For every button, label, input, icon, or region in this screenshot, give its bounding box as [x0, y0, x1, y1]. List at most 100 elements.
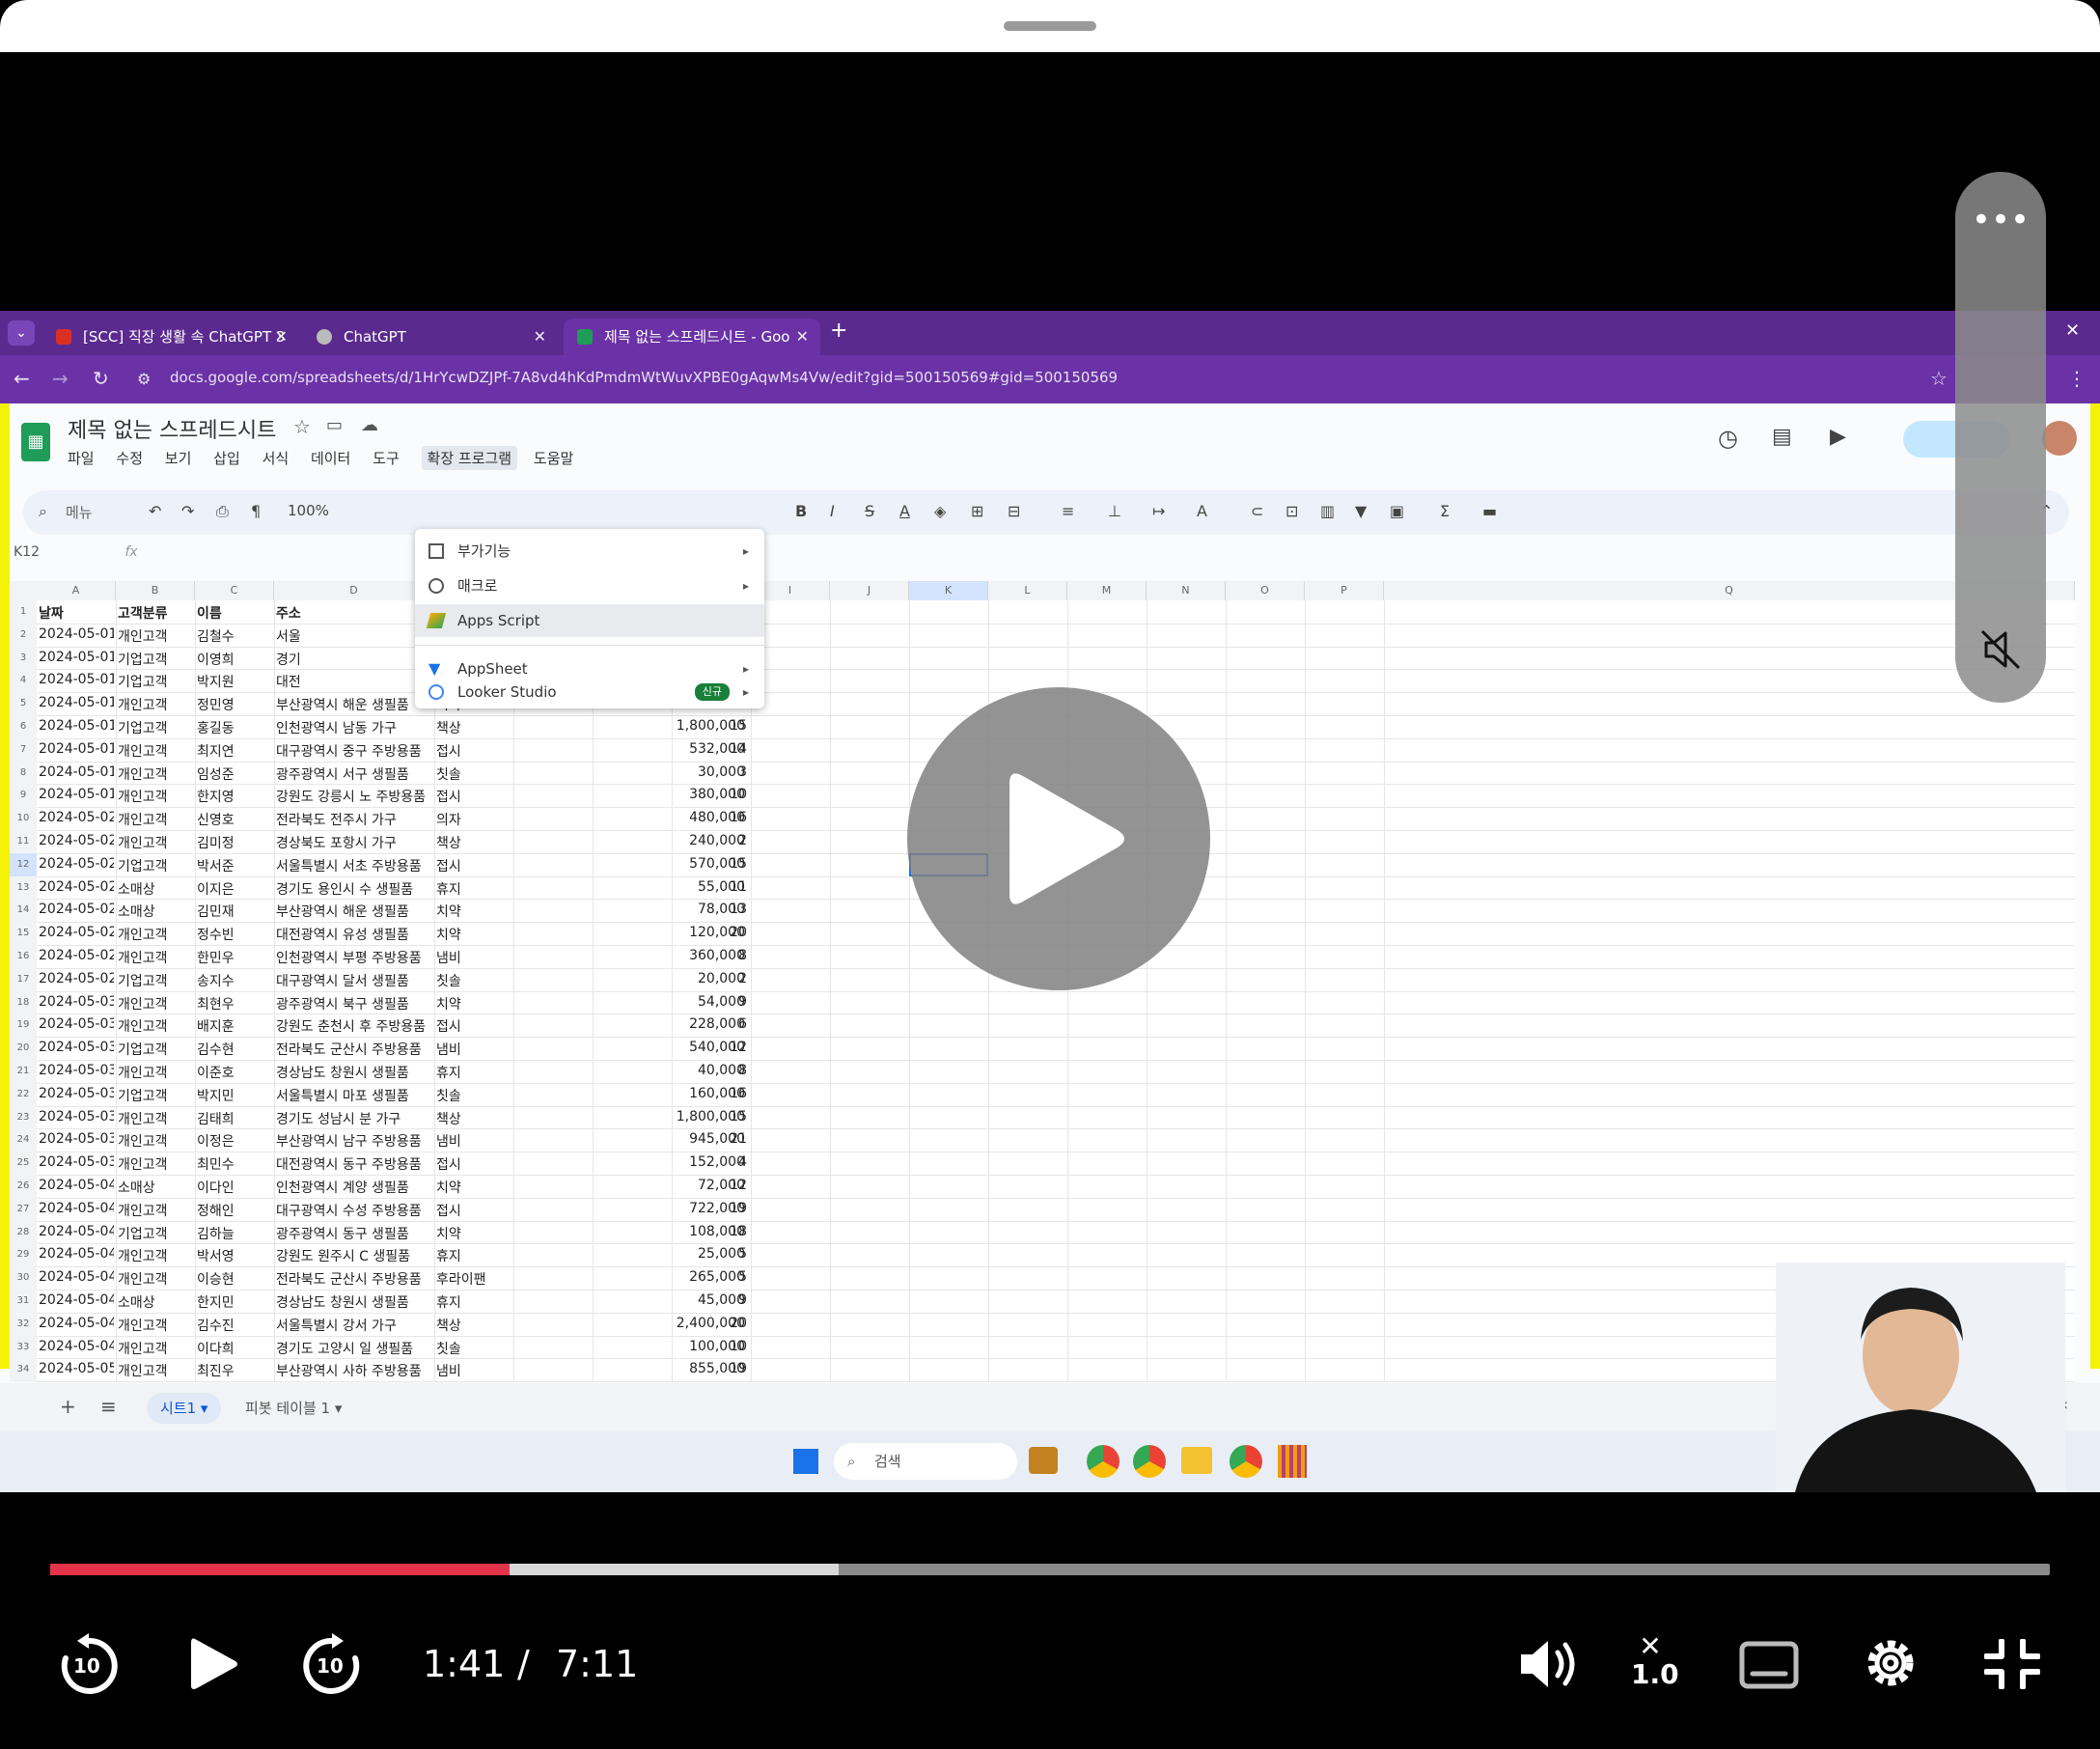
new-tab-icon[interactable]: + — [830, 319, 847, 343]
menu-file[interactable]: 파일 — [68, 448, 95, 468]
table-cell[interactable]: 책상 — [436, 833, 511, 852]
table-cell[interactable]: 2024-05-05 — [39, 1361, 114, 1376]
column-header-m[interactable]: M — [1067, 581, 1147, 600]
row-header[interactable]: 25 — [10, 1152, 37, 1175]
table-cell[interactable]: 4 — [672, 1154, 747, 1170]
row-header[interactable]: 35 — [10, 1381, 37, 1382]
table-cell[interactable]: 20 — [672, 925, 747, 940]
table-cell[interactable]: 16 — [672, 810, 747, 825]
all-sheets-icon[interactable]: ≡ — [100, 1395, 117, 1418]
row-header[interactable]: 20 — [10, 1037, 37, 1060]
table-cell[interactable]: 12 — [672, 1040, 747, 1055]
table-cell[interactable]: 21 — [672, 1131, 747, 1147]
menu-insert[interactable]: 삽입 — [213, 448, 240, 468]
table-cell[interactable]: 2024-05-04 — [39, 1201, 114, 1216]
table-cell[interactable]: 칫솔 — [436, 971, 511, 990]
table-cell[interactable]: 한지영 — [197, 787, 272, 806]
input-tools-icon[interactable]: ▬ — [1482, 502, 1497, 520]
table-cell[interactable]: 후라이팬 — [436, 1269, 511, 1289]
row-header[interactable]: 16 — [10, 945, 37, 968]
progress-bar[interactable] — [50, 1564, 2050, 1575]
table-cell[interactable]: 15 — [672, 856, 747, 872]
table-cell[interactable]: 김수현 — [197, 1040, 272, 1059]
table-cell[interactable]: 경상남도 창원시 생필품 — [276, 1063, 432, 1082]
skip-forward-button[interactable]: 10 — [301, 1631, 363, 1703]
table-cell[interactable]: 박서영 — [197, 1246, 272, 1265]
row-header[interactable]: 10 — [10, 807, 37, 830]
insert-comment-icon[interactable]: ⊡ — [1285, 502, 1298, 520]
table-cell[interactable]: 인천광역시 부평 주방용품 — [276, 948, 432, 967]
table-cell[interactable]: 송지수 — [197, 971, 272, 990]
table-cell[interactable]: 10 — [672, 787, 747, 802]
table-cell[interactable]: 경기도 고양시 일 생필품 — [276, 1339, 432, 1358]
search-icon[interactable]: ⌕ — [39, 502, 47, 521]
table-cell[interactable]: 개인고객 — [118, 1016, 193, 1036]
more-icon[interactable]: ⋮ — [2067, 367, 2086, 390]
table-cell[interactable]: 정민영 — [197, 695, 272, 714]
table-cell[interactable]: 2024-05-04 — [39, 1339, 114, 1354]
table-cell[interactable]: 기업고객 — [118, 672, 193, 691]
row-header[interactable]: 8 — [10, 761, 37, 785]
table-cell[interactable]: 접시 — [436, 856, 511, 875]
table-cell[interactable]: 2024-05-01 — [39, 764, 114, 780]
row-header[interactable]: 22 — [10, 1082, 37, 1106]
table-cell[interactable]: 최지연 — [197, 741, 272, 761]
table-cell[interactable]: 소매상 — [118, 1292, 193, 1312]
table-cell[interactable]: 이다인 — [197, 1178, 272, 1197]
menu-item-addons[interactable]: 부가기능 ▸ — [415, 535, 764, 568]
row-header[interactable]: 29 — [10, 1243, 37, 1267]
table-cell[interactable]: 신영호 — [197, 810, 272, 829]
table-cell[interactable]: 경상남도 창원시 생필품 — [276, 1292, 432, 1312]
table-cell[interactable]: 2024-05-03 — [39, 994, 114, 1010]
row-header[interactable]: 1 — [10, 600, 37, 624]
table-cell[interactable]: 소매상 — [118, 902, 193, 921]
table-cell[interactable]: 대전 — [276, 672, 432, 691]
table-cell[interactable]: 2024-05-02 — [39, 948, 114, 963]
table-cell[interactable]: 개인고객 — [118, 1246, 193, 1265]
table-cell[interactable]: 개인고객 — [118, 1063, 193, 1082]
table-cell[interactable]: 2024-05-02 — [39, 971, 114, 986]
table-cell[interactable]: 접시 — [436, 787, 511, 806]
table-cell[interactable]: 개인고객 — [118, 1269, 193, 1289]
table-cell[interactable]: 기업고객 — [118, 856, 193, 875]
table-cell[interactable]: 2 — [672, 971, 747, 986]
row-header[interactable]: 3 — [10, 646, 37, 670]
table-cell[interactable]: 3 — [672, 764, 747, 780]
table-cell[interactable]: 칫솔 — [436, 1339, 511, 1358]
filter-views-icon[interactable]: ▣ — [1390, 502, 1404, 520]
table-cell[interactable]: 강원도 강릉시 노 주방용품 — [276, 787, 432, 806]
table-cell[interactable]: 치약 — [436, 1178, 511, 1197]
table-cell[interactable]: 개인고객 — [118, 833, 193, 852]
table-cell[interactable]: 9 — [672, 1292, 747, 1308]
table-cell[interactable]: 2024-05-04 — [39, 1292, 114, 1308]
table-cell[interactable]: 부산광역시 사하 주방용품 — [276, 1361, 432, 1380]
table-cell[interactable]: 김수진 — [197, 1316, 272, 1335]
forward-icon[interactable]: → — [52, 367, 69, 390]
column-header-k[interactable]: K — [909, 581, 988, 600]
play-overlay-button[interactable] — [907, 687, 1210, 990]
row-header[interactable]: 24 — [10, 1128, 37, 1152]
meet-icon[interactable]: ▶ — [1830, 425, 1846, 449]
table-cell[interactable]: 5 — [672, 1246, 747, 1262]
row-header[interactable]: 26 — [10, 1175, 37, 1198]
sheet-tab-1[interactable]: 시트1 ▾ — [147, 1393, 222, 1424]
play-button[interactable] — [189, 1635, 239, 1697]
menu-search-input[interactable]: 메뉴 — [66, 502, 93, 522]
column-header-a[interactable]: A — [37, 581, 116, 600]
table-cell[interactable]: 기업고객 — [118, 971, 193, 990]
table-cell[interactable]: 2024-05-03 — [39, 1154, 114, 1170]
italic-icon[interactable]: I — [830, 502, 835, 520]
table-cell[interactable]: 칫솔 — [436, 1086, 511, 1105]
row-header[interactable]: 14 — [10, 899, 37, 923]
table-cell[interactable]: 기업고객 — [118, 1040, 193, 1059]
browser-tab-scc[interactable]: [SCC] 직장 생활 속 ChatGPT 3 ✕ — [42, 319, 299, 355]
table-cell[interactable]: 개인고객 — [118, 787, 193, 806]
table-cell[interactable]: 전라북도 군산시 주방용품 — [276, 1269, 432, 1289]
table-cell[interactable]: 2024-05-02 — [39, 925, 114, 940]
header-cell[interactable]: 주소 — [276, 603, 301, 623]
row-header[interactable]: 11 — [10, 830, 37, 853]
table-cell[interactable]: 2024-05-02 — [39, 879, 114, 895]
table-cell[interactable]: 2024-05-04 — [39, 1178, 114, 1193]
table-cell[interactable]: 20 — [672, 1316, 747, 1331]
row-header[interactable]: 32 — [10, 1312, 37, 1336]
